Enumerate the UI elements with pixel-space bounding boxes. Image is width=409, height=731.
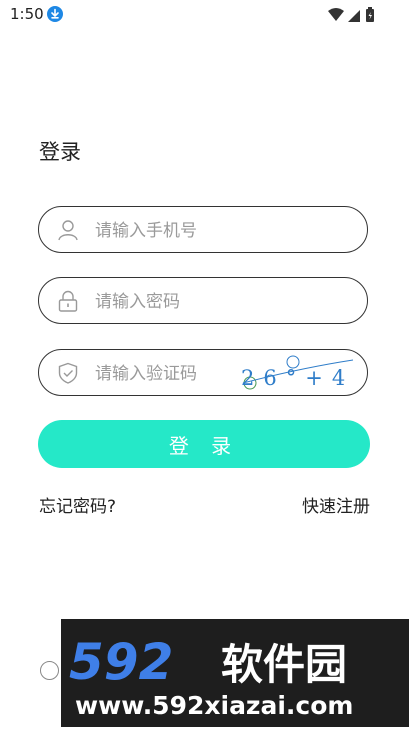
page-title: 登录	[39, 140, 81, 164]
status-bar: 1:50	[0, 0, 409, 30]
signal-icon	[348, 10, 360, 22]
login-button[interactable]: 登 录	[38, 420, 370, 468]
watermark-logo: 592 软件园 www.592xiazai.com	[61, 619, 409, 727]
phone-field[interactable]	[38, 206, 368, 254]
shield-icon	[57, 362, 79, 384]
download-icon	[47, 6, 63, 22]
password-field[interactable]	[38, 277, 368, 325]
wifi-icon	[328, 8, 344, 21]
status-time: 1:50	[10, 5, 44, 23]
watermark-brand-text: 软件园	[221, 640, 347, 689]
battery-icon	[366, 7, 374, 22]
watermark-brand-digits: 592	[69, 633, 173, 691]
user-icon	[57, 219, 79, 241]
captcha-text: 26°+40	[241, 366, 355, 390]
agreement-radio[interactable]	[40, 661, 59, 680]
register-link[interactable]: 快速注册	[302, 492, 370, 517]
watermark-url: www.592xiazai.com	[75, 691, 353, 720]
captcha-image[interactable]: 26°+40	[241, 352, 355, 394]
verification-code-field[interactable]: 26°+40	[38, 349, 368, 397]
forgot-password-link[interactable]: 忘记密码?	[39, 492, 116, 517]
status-icons	[327, 7, 379, 27]
lock-icon	[57, 290, 79, 312]
phone-input[interactable]	[93, 207, 357, 254]
password-input[interactable]	[93, 278, 357, 325]
